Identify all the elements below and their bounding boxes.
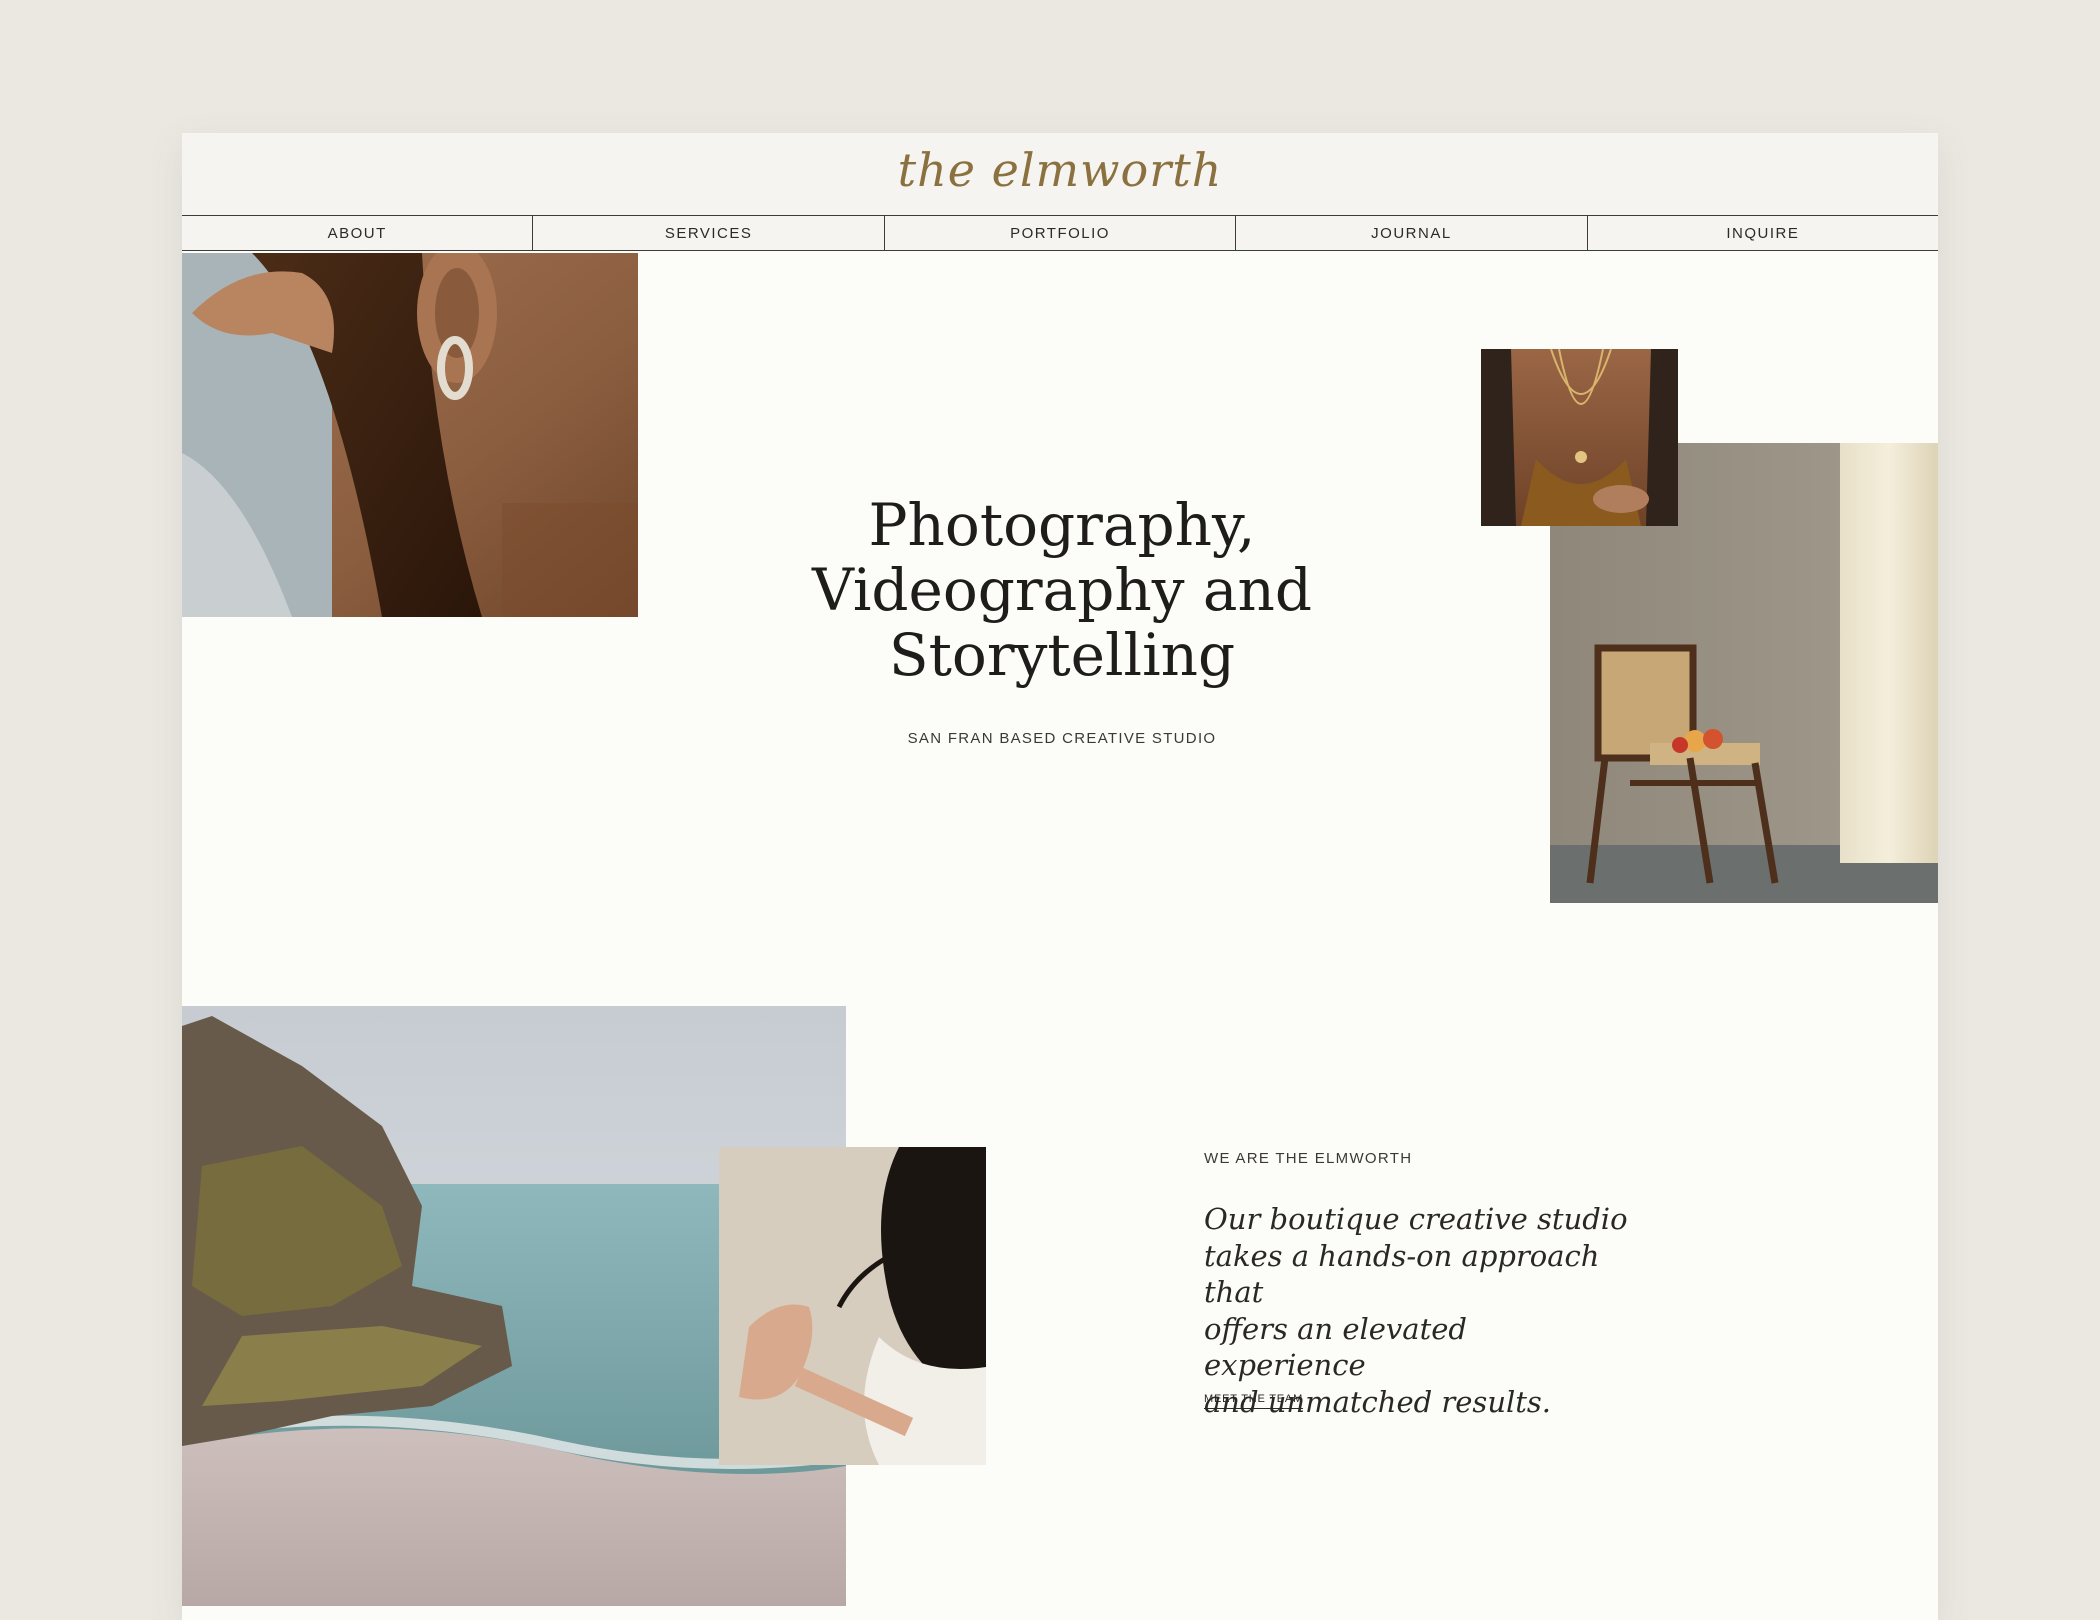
nav-inquire[interactable]: INQUIRE: [1586, 216, 1938, 250]
earring-photo: [182, 253, 638, 617]
nav-portfolio[interactable]: PORTFOLIO: [883, 216, 1235, 250]
about-quote-line-1: Our boutique creative studio: [1204, 1202, 1628, 1236]
about-quote-line-2: takes a hands-on approach that: [1204, 1238, 1600, 1310]
about-eyebrow: WE ARE THE ELMWORTH: [1204, 1150, 1413, 1167]
about-quote-line-3: offers an elevated experience: [1204, 1311, 1467, 1383]
website-frame: the elmworth ABOUT SERVICES PORTFOLIO JO…: [182, 133, 1938, 1620]
hero-title-line-2: Videography and: [812, 556, 1312, 624]
nav-journal[interactable]: JOURNAL: [1235, 216, 1586, 250]
meet-the-team-link[interactable]: MEET THE TEAM: [1204, 1393, 1304, 1409]
hero-subtitle: SAN FRAN BASED CREATIVE STUDIO: [907, 730, 1217, 747]
hair-photo: [719, 1147, 986, 1465]
site-logo[interactable]: the elmworth: [182, 143, 1938, 197]
about-quote: Our boutique creative studio takes a han…: [1204, 1201, 1634, 1420]
nav-about[interactable]: ABOUT: [182, 216, 532, 250]
main-nav: ABOUT SERVICES PORTFOLIO JOURNAL INQUIRE: [182, 215, 1938, 251]
hero-title-line-3: Storytelling: [888, 621, 1236, 689]
nav-services[interactable]: SERVICES: [532, 216, 883, 250]
hero-title-line-1: Photography,: [868, 491, 1256, 559]
necklace-photo: [1481, 349, 1678, 526]
site-header: the elmworth: [182, 133, 1938, 215]
hero-title: Photography, Videography and Storytellin…: [782, 493, 1342, 688]
